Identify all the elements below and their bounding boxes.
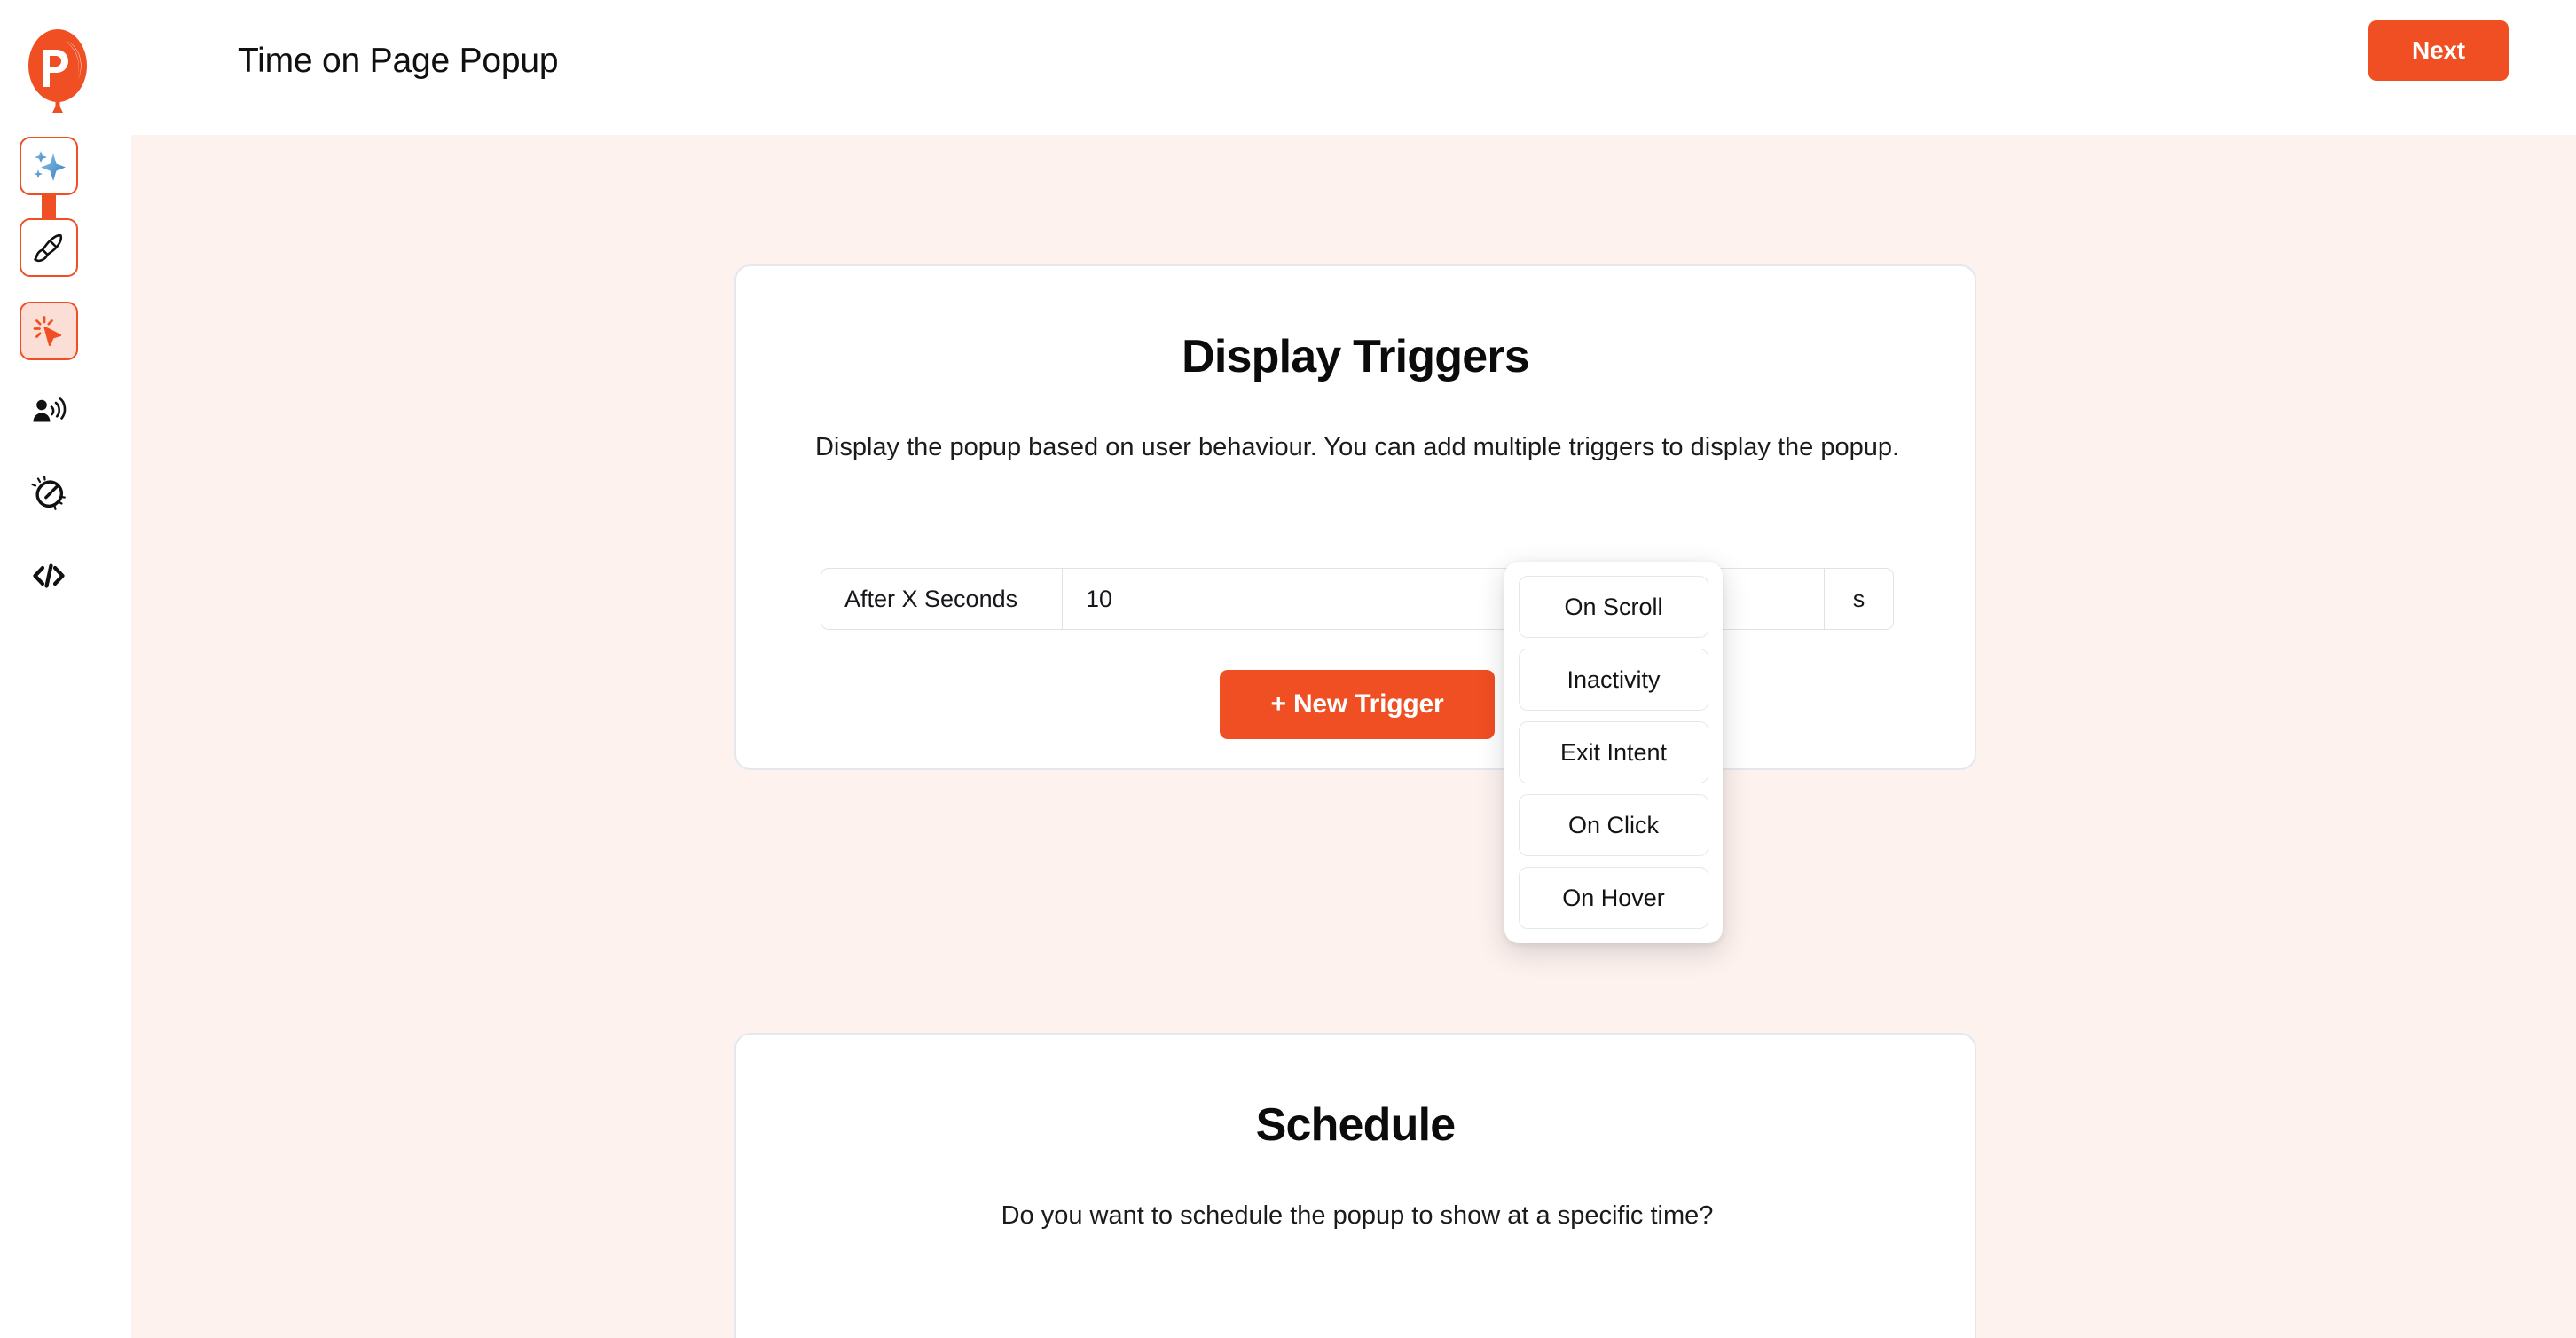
- sidebar-item-ai[interactable]: [20, 137, 78, 195]
- dropdown-option-on-hover[interactable]: On Hover: [1519, 867, 1708, 929]
- sidebar-item-integrations[interactable]: [20, 465, 78, 523]
- top-header-bar: Time on Page Popup Next: [0, 0, 2576, 135]
- sidebar-item-triggers[interactable]: [20, 302, 78, 360]
- trigger-type-select[interactable]: After X Seconds: [821, 569, 1063, 629]
- schedule-description: Do you want to schedule the popup to sho…: [1001, 1201, 1714, 1230]
- display-triggers-title: Display Triggers: [1182, 331, 1530, 382]
- trigger-type-dropdown: On Scroll Inactivity Exit Intent On Clic…: [1504, 562, 1723, 943]
- popupsmart-balloon-logo: [28, 29, 87, 113]
- paintbrush-icon: [34, 233, 63, 263]
- schedule-title: Schedule: [1255, 1099, 1457, 1151]
- code-icon: [33, 563, 65, 588]
- page-title: Time on Page Popup: [238, 42, 559, 80]
- schedule-card: Schedule Do you want to schedule the pop…: [734, 1033, 1976, 1338]
- new-trigger-button[interactable]: + New Trigger: [1220, 670, 1495, 739]
- trigger-row: After X Seconds s: [821, 568, 1894, 630]
- sidebar-item-targeting[interactable]: [20, 383, 78, 442]
- magnet-icon: [31, 476, 66, 510]
- app-logo[interactable]: [21, 27, 94, 115]
- trigger-unit-label: s: [1824, 569, 1893, 629]
- display-triggers-card: Display Triggers Display the popup based…: [734, 264, 1976, 770]
- main-content-area: Display Triggers Display the popup based…: [131, 135, 2576, 1338]
- dropdown-option-on-scroll[interactable]: On Scroll: [1519, 576, 1708, 638]
- sidebar-item-design[interactable]: [20, 218, 78, 277]
- sidebar-item-embed-code[interactable]: [20, 547, 78, 605]
- dropdown-option-inactivity[interactable]: Inactivity: [1519, 649, 1708, 711]
- display-triggers-description: Display the popup based on user behaviou…: [814, 433, 1900, 461]
- dropdown-option-on-click[interactable]: On Click: [1519, 794, 1708, 856]
- cursor-click-icon: [33, 316, 62, 347]
- next-button[interactable]: Next: [2368, 20, 2509, 81]
- audience-icon: [33, 397, 67, 422]
- nav-connector-1: [42, 195, 56, 218]
- sparkle-icon: [34, 151, 66, 181]
- left-sidebar: [0, 135, 131, 1338]
- dropdown-option-exit-intent[interactable]: Exit Intent: [1519, 721, 1708, 783]
